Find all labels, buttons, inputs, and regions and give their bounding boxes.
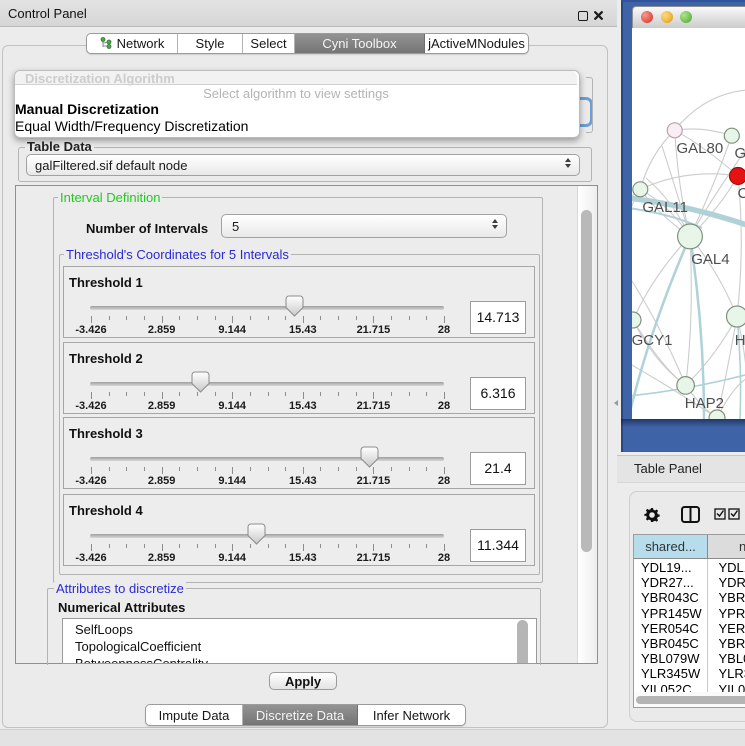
svg-text:HAP2: HAP2: [685, 395, 724, 412]
svg-text:GA: GA: [735, 145, 745, 162]
svg-text:C: C: [738, 185, 745, 202]
svg-text:H: H: [735, 332, 745, 349]
svg-text:GCY1: GCY1: [632, 332, 672, 349]
svg-text:GAL4: GAL4: [691, 251, 729, 268]
svg-text:GAL11: GAL11: [642, 199, 688, 216]
svg-text:GAL80: GAL80: [677, 140, 724, 157]
